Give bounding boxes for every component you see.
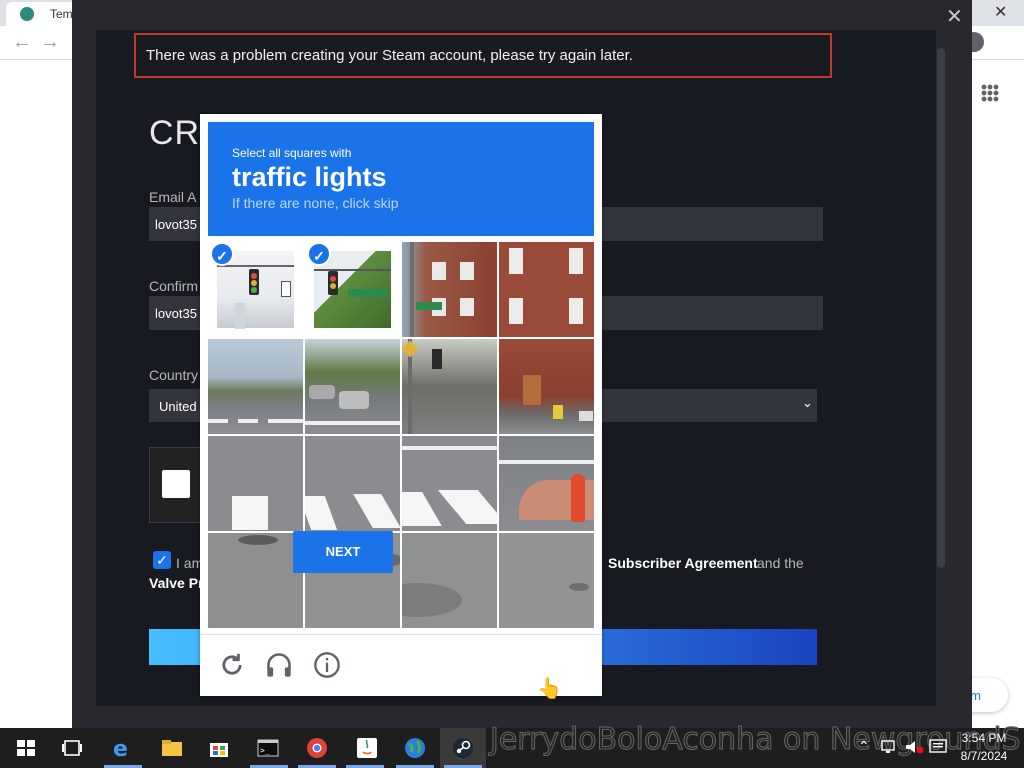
agree-checkbox[interactable]: ✓ bbox=[153, 551, 171, 569]
next-button[interactable]: NEXT bbox=[293, 531, 393, 573]
captcha-tile[interactable] bbox=[208, 436, 303, 531]
hand-cursor-icon: 👆 bbox=[537, 678, 562, 700]
captcha-tile[interactable] bbox=[402, 436, 497, 531]
windows-start-icon[interactable] bbox=[14, 736, 38, 760]
captcha-tile[interactable] bbox=[499, 242, 594, 337]
captcha-tile[interactable] bbox=[499, 339, 594, 434]
java-icon[interactable] bbox=[355, 736, 379, 760]
chevron-down-icon[interactable]: ⌄ bbox=[802, 395, 813, 411]
svg-text:>_: >_ bbox=[260, 746, 270, 755]
tile-selected-check-icon: ✓ bbox=[307, 242, 331, 266]
tray-chevron-up-icon[interactable]: ⌃ bbox=[858, 738, 870, 755]
headphones-icon[interactable] bbox=[265, 651, 293, 679]
close-icon[interactable]: ✕ bbox=[946, 4, 963, 29]
agree-suffix: and the bbox=[757, 555, 804, 571]
captcha-target: traffic lights bbox=[232, 162, 387, 192]
captcha-tile[interactable] bbox=[208, 339, 303, 434]
captcha-tile-grid: ✓ ✓ bbox=[208, 242, 594, 628]
window-close-icon[interactable]: ✕ bbox=[994, 2, 1007, 22]
svg-text:e: e bbox=[113, 737, 128, 760]
back-icon[interactable]: ← bbox=[12, 31, 32, 53]
captcha-tile[interactable] bbox=[402, 533, 497, 628]
volume-muted-icon[interactable] bbox=[904, 739, 924, 755]
privacy-policy-link[interactable]: Valve Pr bbox=[149, 575, 204, 591]
captcha-challenge: Select all squares with traffic lights I… bbox=[200, 114, 602, 696]
reload-icon[interactable] bbox=[218, 651, 246, 679]
task-view-icon[interactable] bbox=[60, 736, 84, 760]
apps-grid-icon[interactable] bbox=[981, 84, 999, 102]
edge-icon[interactable]: e bbox=[110, 736, 134, 760]
tile-selected-check-icon: ✓ bbox=[210, 242, 234, 266]
clock-time[interactable]: 3:54 PM bbox=[960, 731, 1008, 745]
subscriber-agreement-link[interactable]: Subscriber Agreement bbox=[608, 555, 758, 571]
email-label: Email A bbox=[149, 189, 197, 205]
store-icon[interactable] bbox=[207, 736, 231, 760]
clock-date[interactable]: 8/7/2024 bbox=[960, 749, 1008, 763]
captcha-tile[interactable] bbox=[499, 533, 594, 628]
tab-favicon-icon bbox=[20, 7, 34, 21]
chrome-icon[interactable] bbox=[305, 736, 329, 760]
browser-tab[interactable]: Temp bbox=[6, 2, 79, 26]
file-explorer-icon[interactable] bbox=[160, 736, 184, 760]
forward-icon[interactable]: → bbox=[40, 31, 60, 53]
info-icon[interactable] bbox=[313, 651, 341, 679]
captcha-tile[interactable]: ✓ bbox=[208, 242, 303, 337]
globe-icon[interactable] bbox=[403, 736, 427, 760]
terminal-icon[interactable]: >_ bbox=[256, 736, 280, 760]
error-banner: There was a problem creating your Steam … bbox=[134, 33, 832, 78]
captcha-header: Select all squares with traffic lights I… bbox=[208, 122, 594, 236]
notifications-icon[interactable] bbox=[929, 739, 947, 755]
captcha-hint: If there are none, click skip bbox=[232, 195, 399, 211]
captcha-tile[interactable]: ✓ bbox=[305, 242, 400, 337]
captcha-tile[interactable] bbox=[402, 242, 497, 337]
recaptcha-checkbox[interactable] bbox=[162, 470, 190, 498]
country-label: Country bbox=[149, 367, 199, 383]
modal-scrollbar[interactable] bbox=[937, 48, 945, 568]
captcha-tile[interactable] bbox=[499, 436, 594, 531]
captcha-instruction: Select all squares with bbox=[232, 146, 352, 160]
confirm-email-label: Confirm bbox=[149, 278, 199, 294]
captcha-tile[interactable] bbox=[208, 533, 303, 628]
steam-icon[interactable] bbox=[451, 736, 475, 760]
captcha-tile[interactable] bbox=[402, 339, 497, 434]
captcha-tile[interactable] bbox=[305, 436, 400, 531]
captcha-tile[interactable] bbox=[305, 339, 400, 434]
network-icon[interactable] bbox=[880, 739, 898, 755]
